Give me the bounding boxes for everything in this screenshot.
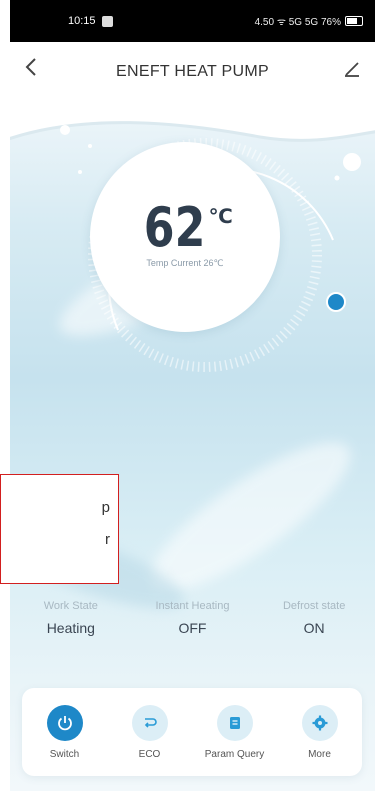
more-button[interactable]: More (280, 704, 360, 760)
page-title: ENEFT HEAT PUMP (116, 63, 269, 80)
chevron-left-icon (25, 58, 36, 76)
state-label: Defrost state (282, 600, 346, 612)
annotation-text-1: p (101, 499, 110, 516)
state-work: Work State Heating (16, 600, 126, 636)
state-value: OFF (178, 620, 207, 636)
state-label: Work State (43, 600, 98, 612)
temperature-value: 62 (144, 195, 206, 259)
gear-icon (301, 704, 338, 741)
status-time: 10:15 (68, 15, 96, 27)
temperature-unit: ℃ (208, 205, 233, 228)
action-bar: Switch ECO Param Query More (22, 688, 362, 776)
state-instant-heating: Instant Heating OFF (137, 600, 247, 636)
eco-label: ECO (138, 748, 161, 760)
more-label: More (308, 748, 331, 760)
power-icon (46, 704, 83, 741)
param-query-label: Param Query (204, 748, 265, 760)
back-button[interactable] (24, 56, 38, 83)
battery-icon (345, 16, 363, 26)
dial-handle[interactable] (326, 292, 346, 312)
current-temp-label: Temp Current 26℃ (146, 257, 224, 268)
status-indicators: 4.50 ᯤ 5G 5G 76% (255, 14, 363, 28)
document-icon (216, 704, 253, 741)
status-bar: 10:15 4.50 ᯤ 5G 5G 76% (10, 0, 375, 42)
temperature-display: 62 ℃ (137, 195, 233, 259)
eco-icon (131, 704, 168, 741)
app-header: ENEFT HEAT PUMP (10, 42, 375, 102)
annotation-box: p r (0, 474, 119, 584)
edit-icon (345, 62, 359, 77)
temperature-dial[interactable]: 62 ℃ Temp Current 26℃ (90, 142, 280, 332)
eco-button[interactable]: ECO (110, 704, 190, 760)
state-row: Work State Heating Instant Heating OFF D… (10, 600, 375, 636)
param-query-button[interactable]: Param Query (195, 704, 275, 760)
app-screen: 10:15 4.50 ᯤ 5G 5G 76% ENEFT HEAT PUMP 6… (0, 0, 385, 791)
annotation-text-2: r (105, 531, 110, 548)
state-value: Heating (46, 620, 95, 636)
notification-icon (101, 15, 113, 27)
switch-button[interactable]: Switch (25, 704, 105, 760)
status-right-text: 4.50 ᯤ 5G 5G 76% (254, 17, 341, 28)
state-defrost: Defrost state ON (259, 600, 369, 636)
edit-button[interactable] (343, 60, 361, 78)
state-label: Instant Heating (155, 600, 230, 612)
switch-label: Switch (49, 748, 80, 760)
state-value: ON (303, 620, 325, 636)
